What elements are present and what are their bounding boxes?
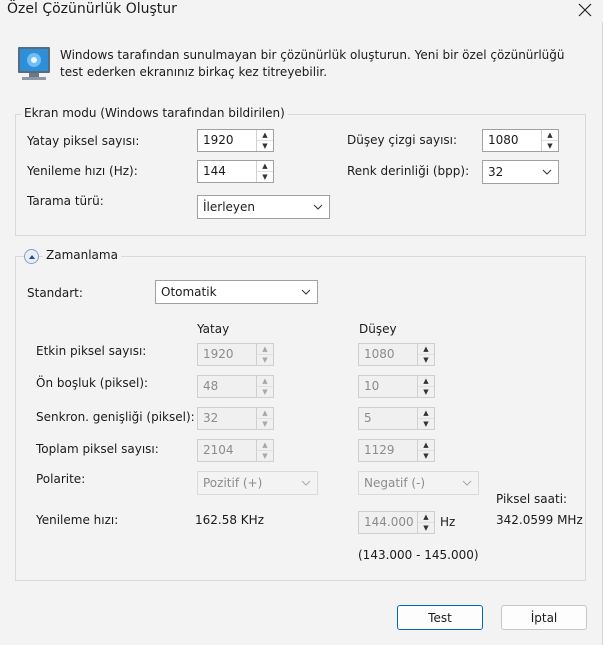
pixel-clock-label: Piksel saati: — [496, 492, 568, 506]
intro-text: Windows tarafından sunulmayan bir çözünü… — [60, 48, 565, 79]
display-mode-legend: Ekran modu (Windows tarafından bildirile… — [21, 106, 288, 120]
close-button[interactable] — [570, 0, 600, 20]
refresh-rate-stepper[interactable]: 144 ▲ ▼ — [197, 160, 274, 183]
decrement-icon[interactable]: ▼ — [418, 419, 434, 429]
sync-width-h-stepper[interactable]: 32 ▲ ▼ — [197, 407, 274, 430]
decrement-icon[interactable]: ▼ — [418, 387, 434, 397]
standard-label: Standart: — [27, 286, 83, 300]
chevron-down-icon — [307, 204, 329, 210]
sync-width-v-stepper[interactable]: 5 ▲ ▼ — [358, 407, 435, 430]
total-pixels-h-value: 2104 — [203, 443, 234, 457]
v-lines-stepper[interactable]: 1080 ▲ ▼ — [482, 129, 559, 152]
color-depth-value: 32 — [488, 165, 504, 179]
increment-icon[interactable]: ▲ — [418, 440, 434, 451]
sync-width-label: Senkron. genişliği (piksel): — [36, 410, 195, 424]
timing-refresh-label: Yenileme hızı: — [36, 513, 119, 527]
decrement-icon[interactable]: ▼ — [257, 355, 273, 365]
increment-icon[interactable]: ▲ — [257, 408, 273, 419]
v-lines-value: 1080 — [488, 133, 519, 147]
monitor-icon — [18, 47, 50, 80]
scan-type-label: Tarama türü: — [27, 194, 104, 208]
decrement-icon[interactable]: ▼ — [257, 387, 273, 397]
timing-refresh-unit: Hz — [440, 515, 456, 529]
front-porch-v-stepper[interactable]: 10 ▲ ▼ — [358, 375, 435, 398]
decrement-icon[interactable]: ▼ — [257, 141, 273, 151]
increment-icon[interactable]: ▲ — [257, 376, 273, 387]
front-porch-h-stepper[interactable]: 48 ▲ ▼ — [197, 375, 274, 398]
pixel-clock-value: 342.0599 MHz — [496, 513, 583, 527]
column-vertical: Düşey — [359, 322, 397, 336]
chevron-up-icon — [28, 254, 35, 259]
increment-icon[interactable]: ▲ — [418, 512, 434, 523]
increment-icon[interactable]: ▲ — [418, 344, 434, 355]
timing-refresh-range: (143.000 - 145.000) — [358, 548, 479, 562]
polarity-h-value: Pozitif (+) — [203, 476, 263, 490]
chevron-down-icon — [295, 480, 317, 486]
chevron-down-icon — [295, 289, 317, 295]
color-depth-label: Renk derinliği (bpp): — [347, 164, 470, 178]
scan-type-select[interactable]: İlerleyen — [197, 195, 330, 219]
color-depth-select[interactable]: 32 — [482, 160, 559, 184]
decrement-icon[interactable]: ▼ — [418, 355, 434, 365]
decrement-icon[interactable]: ▼ — [418, 451, 434, 461]
decrement-icon[interactable]: ▼ — [257, 451, 273, 461]
custom-resolution-dialog: Özel Çözünürlük Oluştur Windows tarafınd… — [0, 0, 603, 645]
active-pixels-label: Etkin piksel sayısı: — [36, 344, 147, 358]
increment-icon[interactable]: ▲ — [418, 408, 434, 419]
total-pixels-v-value: 1129 — [364, 443, 395, 457]
front-porch-label: Ön boşluk (piksel): — [36, 376, 149, 390]
collapse-timing-button[interactable] — [24, 249, 39, 264]
cancel-button[interactable]: İptal — [501, 605, 587, 630]
increment-icon[interactable]: ▲ — [257, 130, 273, 141]
h-pixels-stepper[interactable]: 1920 ▲ ▼ — [197, 129, 274, 152]
scan-type-value: İlerleyen — [203, 200, 255, 214]
v-lines-label: Düşey çizgi sayısı: — [347, 133, 458, 147]
polarity-h-select[interactable]: Pozitif (+) — [197, 471, 318, 495]
increment-icon[interactable]: ▲ — [418, 376, 434, 387]
increment-icon[interactable]: ▲ — [542, 130, 558, 141]
increment-icon[interactable]: ▲ — [257, 440, 273, 451]
total-pixels-h-stepper[interactable]: 2104 ▲ ▼ — [197, 439, 274, 462]
total-pixels-v-stepper[interactable]: 1129 ▲ ▼ — [358, 439, 435, 462]
timing-legend: Zamanlama — [43, 248, 121, 262]
front-porch-h-value: 48 — [203, 379, 219, 393]
increment-icon[interactable]: ▲ — [257, 344, 273, 355]
timing-refresh-h-value: 162.58 KHz — [195, 513, 264, 527]
refresh-rate-label: Yenileme hızı (Hz): — [27, 164, 138, 178]
timing-refresh-v-value: 144.000 — [364, 515, 414, 529]
refresh-rate-value: 144 — [203, 164, 226, 178]
timing-refresh-v-stepper[interactable]: 144.000 ▲ ▼ — [358, 511, 435, 534]
sync-width-v-value: 5 — [364, 411, 372, 425]
active-pixels-v-value: 1080 — [364, 347, 395, 361]
polarity-v-value: Negatif (-) — [364, 476, 426, 490]
active-pixels-h-stepper[interactable]: 1920 ▲ ▼ — [197, 343, 274, 366]
test-button[interactable]: Test — [397, 605, 483, 630]
decrement-icon[interactable]: ▼ — [257, 419, 273, 429]
h-pixels-value: 1920 — [203, 133, 234, 147]
standard-select[interactable]: Otomatik — [155, 280, 318, 304]
active-pixels-h-value: 1920 — [203, 347, 234, 361]
chevron-down-icon — [536, 169, 558, 175]
decrement-icon[interactable]: ▼ — [542, 141, 558, 151]
h-pixels-label: Yatay piksel sayısı: — [27, 134, 140, 148]
polarity-label: Polarite: — [36, 472, 86, 486]
total-pixels-label: Toplam piksel sayısı: — [36, 442, 159, 456]
decrement-icon[interactable]: ▼ — [418, 523, 434, 533]
window-title: Özel Çözünürlük Oluştur — [7, 1, 177, 17]
sync-width-h-value: 32 — [203, 411, 219, 425]
front-porch-v-value: 10 — [364, 379, 380, 393]
increment-icon[interactable]: ▲ — [257, 161, 273, 172]
polarity-v-select[interactable]: Negatif (-) — [358, 471, 479, 495]
column-horizontal: Yatay — [197, 322, 230, 336]
close-icon — [578, 3, 592, 17]
title-bar: Özel Çözünürlük Oluştur — [0, 0, 603, 22]
active-pixels-v-stepper[interactable]: 1080 ▲ ▼ — [358, 343, 435, 366]
decrement-icon[interactable]: ▼ — [257, 172, 273, 182]
chevron-down-icon — [456, 480, 478, 486]
standard-value: Otomatik — [161, 285, 217, 299]
